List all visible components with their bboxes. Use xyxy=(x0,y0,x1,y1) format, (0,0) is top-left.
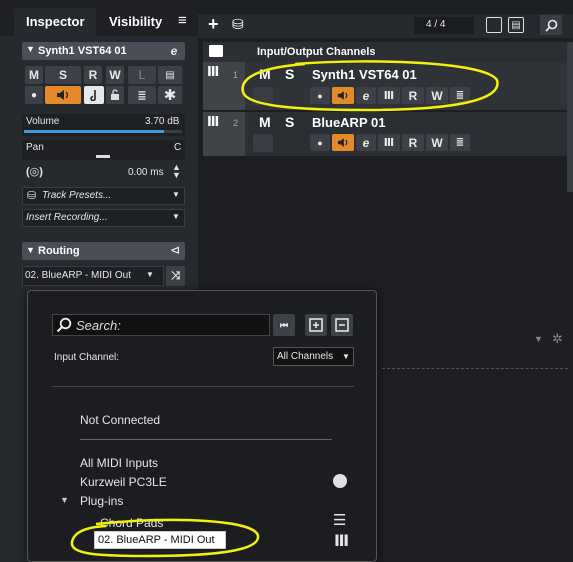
collapse-arrow-icon[interactable]: ▼ xyxy=(26,245,35,255)
track-select-box[interactable] xyxy=(253,134,273,152)
track-presets-label: Track Presets... xyxy=(42,190,112,201)
track-read-button[interactable]: R xyxy=(402,134,424,151)
timebase-button[interactable] xyxy=(84,86,104,104)
dropdown-arrow-icon: ▼ xyxy=(172,212,180,221)
track-monitor-button[interactable] xyxy=(332,134,354,151)
add-track-icon[interactable]: + xyxy=(208,14,219,35)
search-input[interactable]: Search: xyxy=(76,318,121,333)
volume-label: Volume xyxy=(26,116,60,127)
track-settings-button[interactable]: ≣ xyxy=(450,134,470,151)
lock-icon xyxy=(111,89,119,100)
input-channel-label: Input Channel: xyxy=(54,352,120,363)
highlight-annotation xyxy=(241,60,499,112)
volume-value: 3.70 dB xyxy=(145,116,180,127)
expand-icon xyxy=(309,318,323,332)
list-item-all-midi-inputs[interactable]: All MIDI Inputs xyxy=(80,456,158,470)
lower-zone xyxy=(378,355,573,562)
dropdown-arrow-icon: ▼ xyxy=(172,190,180,199)
delay-icon: (◎) xyxy=(26,166,43,178)
mute-button[interactable]: M xyxy=(25,66,43,84)
collapse-icon xyxy=(335,318,349,332)
channel-settings-icon[interactable]: ≣ xyxy=(128,86,156,104)
speaker-icon xyxy=(337,138,348,147)
expand-arrow-icon[interactable]: ▼ xyxy=(60,495,69,505)
track-name: BlueARP 01 xyxy=(312,115,386,130)
dashed-divider xyxy=(382,368,568,369)
solo-button[interactable]: S xyxy=(45,66,81,84)
read-button[interactable]: R xyxy=(84,66,102,84)
piano-icon: Ⅲ xyxy=(334,533,350,550)
note-icon xyxy=(90,90,96,101)
freeze-icon[interactable]: ✱ xyxy=(158,86,182,104)
track-solo-button[interactable]: S xyxy=(285,114,294,130)
collapse-all-button[interactable] xyxy=(331,314,353,336)
highlight-annotation xyxy=(70,518,260,558)
track-presets-icon[interactable]: ⛁ xyxy=(232,16,244,33)
list-view-icon[interactable]: ▤ xyxy=(508,17,524,33)
list-item-not-connected[interactable]: Not Connected xyxy=(80,413,160,427)
track-keyboard-button[interactable]: Ⅲ xyxy=(378,134,400,151)
write-button[interactable]: W xyxy=(106,66,124,84)
folder-track-name: Input/Output Channels xyxy=(257,46,376,58)
expand-all-button[interactable] xyxy=(305,314,327,336)
chord-pads-icon: ☰ xyxy=(333,512,347,529)
stepper-icon[interactable]: ▲ ▼ xyxy=(172,163,181,180)
skip-back-button[interactable]: ⏮ xyxy=(273,314,295,336)
midi-instrument-icon: Ⅲ xyxy=(207,64,220,79)
channel-filter-value: All Channels xyxy=(277,351,334,362)
midi-port-icon xyxy=(333,474,347,488)
midi-instrument-icon: Ⅲ xyxy=(207,114,220,129)
shuffle-button[interactable]: ⤨ xyxy=(166,266,185,286)
lanes-button[interactable]: L xyxy=(128,66,156,84)
list-item-kurzweil[interactable]: Kurzweil PC3LE xyxy=(80,475,167,489)
routing-input-value: 02. BlueARP - MIDI Out xyxy=(25,270,131,281)
delay-value: 0.00 ms xyxy=(128,167,164,178)
lanes-display-icon[interactable]: ▤ xyxy=(158,66,182,84)
routing-icon[interactable]: ⊲ xyxy=(170,243,180,257)
list-item-plugins[interactable]: Plug-ins xyxy=(80,494,123,508)
lock-button[interactable] xyxy=(106,86,124,104)
popup-divider xyxy=(80,439,332,440)
track-write-button[interactable]: W xyxy=(426,134,448,151)
monitor-button[interactable] xyxy=(45,86,81,104)
track-record-button[interactable]: ● xyxy=(310,134,330,151)
track-mute-button[interactable]: M xyxy=(259,114,271,130)
search-icon[interactable] xyxy=(540,15,562,35)
edit-instrument-icon[interactable]: e xyxy=(166,43,182,59)
dropdown-arrow-icon: ▼ xyxy=(342,352,350,361)
popup-divider xyxy=(52,386,354,387)
pan-value: C xyxy=(174,142,182,153)
magnifier-glyph xyxy=(544,19,557,32)
pan-indicator xyxy=(96,155,110,158)
tab-inspector-label: Inspector xyxy=(26,14,85,29)
dropdown-arrow-icon: ▼ xyxy=(146,270,154,279)
track-counter: 4 / 4 xyxy=(426,19,446,30)
search-icon xyxy=(56,317,72,333)
collapse-arrow-icon[interactable]: ▼ xyxy=(26,44,35,54)
volume-slider-fill xyxy=(24,130,164,133)
gear-icon[interactable]: ✲ xyxy=(552,331,563,347)
home-icon[interactable] xyxy=(486,17,502,33)
insert-recording-label: Insert Recording... xyxy=(26,212,108,223)
track-number: 2 xyxy=(233,118,239,128)
track-name-label: Synth1 VST64 01 xyxy=(38,45,127,57)
speaker-icon xyxy=(57,90,69,100)
menu-icon[interactable]: ≡ xyxy=(178,12,187,29)
tab-visibility[interactable]: Visibility xyxy=(109,14,162,29)
vertical-scrollbar[interactable] xyxy=(567,42,573,192)
dropdown-arrow-icon[interactable]: ▼ xyxy=(534,334,543,344)
folder-icon xyxy=(209,45,223,57)
preset-icon: ⛁ xyxy=(27,190,37,202)
pan-label: Pan xyxy=(26,142,44,153)
track-edit-button[interactable]: e xyxy=(356,134,376,151)
routing-label: Routing xyxy=(38,245,80,257)
record-enable-button[interactable]: ● xyxy=(25,86,43,104)
